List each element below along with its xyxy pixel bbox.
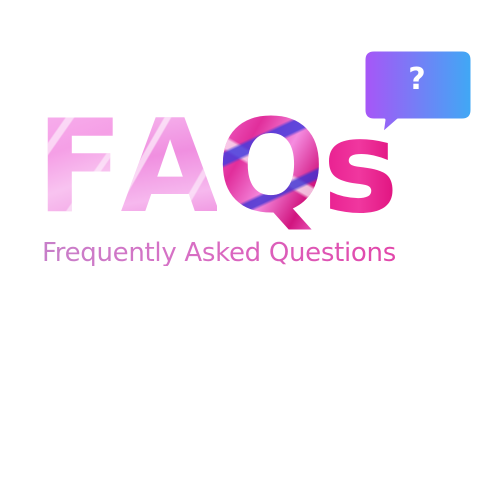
faq-subtitle: Frequently Asked Questions [42, 238, 396, 268]
faq-graphic: FAQs Frequently Asked Questions ? [0, 0, 500, 500]
speech-bubble-icon: ? [362, 48, 476, 136]
title-letter-f: F [36, 93, 121, 242]
question-mark-icon: ? [408, 62, 426, 97]
title-letter-a: A [120, 93, 217, 242]
faq-title: FAQs [36, 104, 396, 232]
title-letter-q: Q [216, 93, 323, 242]
